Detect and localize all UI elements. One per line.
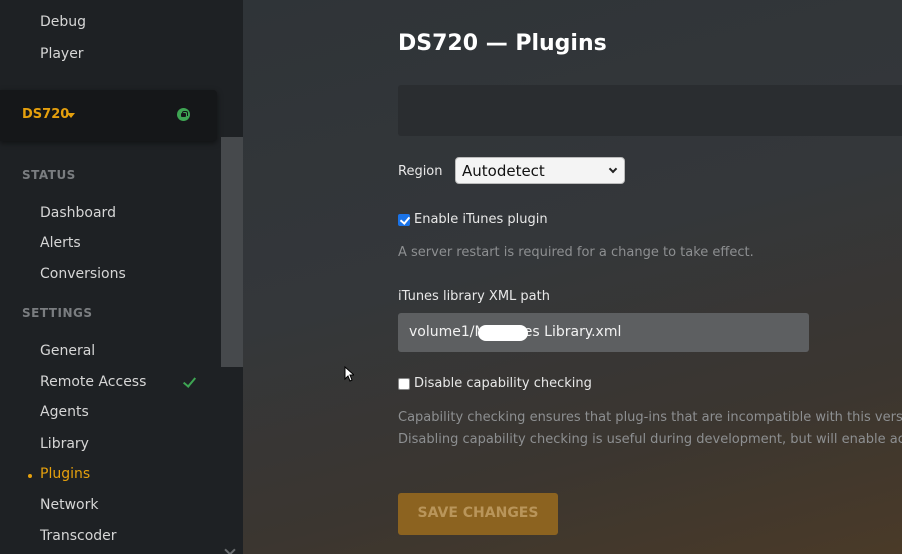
itunes-checkbox-label[interactable]: Enable iTunes plugin: [414, 212, 548, 227]
sidebar-item-conversions[interactable]: Conversions: [40, 266, 126, 282]
sidebar-item-remote-access[interactable]: Remote Access: [40, 374, 146, 390]
caret-down-icon: [67, 113, 75, 118]
main-panel: [243, 0, 902, 554]
sidebar-item-alerts[interactable]: Alerts: [40, 235, 81, 251]
sidebar: Debug Player DS720 STATUS Dashboard Aler…: [0, 0, 243, 554]
sidebar-item-agents[interactable]: Agents: [40, 404, 89, 420]
xml-path-label: iTunes library XML path: [398, 289, 550, 304]
sidebar-item-debug[interactable]: Debug: [40, 14, 86, 30]
server-selector[interactable]: DS720: [0, 90, 217, 141]
sidebar-item-transcoder[interactable]: Transcoder: [40, 528, 117, 544]
lock-icon: [177, 108, 190, 121]
sidebar-item-network[interactable]: Network: [40, 497, 98, 513]
sidebar-item-general[interactable]: General: [40, 343, 95, 359]
region-label: Region: [398, 164, 443, 179]
redaction-mark: [478, 325, 528, 341]
active-indicator: [28, 474, 32, 478]
capability-checkbox-label[interactable]: Disable capability checking: [414, 376, 592, 391]
sidebar-scrollbar[interactable]: [221, 137, 243, 367]
status-header: STATUS: [22, 168, 76, 182]
capability-checkbox[interactable]: [398, 378, 410, 390]
sidebar-item-library[interactable]: Library: [40, 436, 89, 452]
capability-hint-line-1: Capability checking ensures that plug-in…: [398, 410, 902, 425]
settings-header: SETTINGS: [22, 306, 93, 320]
check-icon: [182, 374, 197, 388]
sidebar-item-plugins[interactable]: Plugins: [40, 466, 90, 482]
mouse-cursor-icon: [344, 366, 354, 382]
save-changes-button[interactable]: SAVE CHANGES: [398, 493, 558, 535]
page-title: DS720 — Plugins: [398, 31, 607, 56]
xml-path-input[interactable]: volume1/M /iTunes Library.xml: [398, 313, 809, 352]
restart-hint: A server restart is required for a chang…: [398, 245, 754, 260]
chevron-down-icon: [608, 164, 618, 174]
sidebar-item-dashboard[interactable]: Dashboard: [40, 205, 116, 221]
capability-hint-line-2: Disabling capability checking is useful …: [398, 432, 902, 447]
region-select[interactable]: Autodetect: [455, 157, 625, 184]
chevron-down-icon[interactable]: [224, 544, 236, 554]
sidebar-item-player[interactable]: Player: [40, 46, 84, 62]
itunes-checkbox[interactable]: [398, 214, 410, 226]
region-select-value: Autodetect: [462, 162, 545, 180]
banner: [398, 85, 902, 136]
server-name: DS720: [22, 107, 70, 122]
